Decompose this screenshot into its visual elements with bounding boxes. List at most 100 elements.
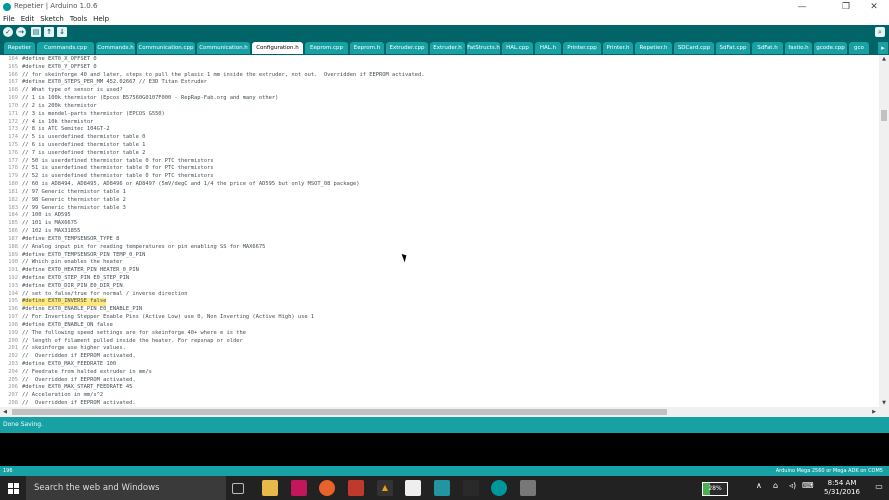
new-button[interactable]: ▤ bbox=[31, 27, 41, 37]
code-text[interactable]: #define EXT0_HEATER_PIN HEATER_0_PIN bbox=[22, 267, 139, 275]
selected-code-text[interactable]: #define EXT0_INVERSE false bbox=[22, 298, 107, 307]
tab-communication-h[interactable]: Communication.h bbox=[197, 42, 250, 54]
open-button[interactable]: ↑ bbox=[44, 27, 54, 37]
calculator-icon[interactable] bbox=[520, 480, 536, 496]
tab-repetier-h[interactable]: Repetier.h bbox=[635, 42, 672, 54]
scroll-left-arrow-icon[interactable]: ◀ bbox=[0, 407, 10, 417]
code-text[interactable]: // 51 is userdefined thermistor table 0 … bbox=[22, 165, 213, 173]
verify-button[interactable]: ✓ bbox=[3, 27, 13, 37]
tab-eeprom-cpp[interactable]: Eeprom.cpp bbox=[305, 42, 348, 54]
vertical-scroll-thumb[interactable] bbox=[881, 110, 887, 121]
code-text[interactable]: // Overridden if EEPROM activated. bbox=[22, 377, 136, 385]
keyboard-icon[interactable]: ⌨ bbox=[802, 481, 814, 490]
code-text[interactable]: // 50 is userdefined thermistor table 0 … bbox=[22, 158, 213, 166]
code-text[interactable]: // 3 is mendel-parts thermistor (EPCOS G… bbox=[22, 111, 165, 119]
battery-icon[interactable]: 28% bbox=[702, 482, 728, 496]
tab-extruder-h[interactable]: Extruder.h bbox=[430, 42, 465, 54]
code-text[interactable]: #define EXT0_STEPS_PER_MM 452.02667 // E… bbox=[22, 79, 207, 87]
code-text[interactable]: // Feedrate from halted extruder in mm/s bbox=[22, 369, 152, 377]
arduino-taskbar-icon[interactable] bbox=[491, 480, 507, 496]
app-icon-media[interactable] bbox=[463, 480, 479, 496]
app-icon-mc[interactable] bbox=[434, 480, 450, 496]
tab-repetier[interactable]: Repetier bbox=[4, 42, 35, 54]
tab-communication-cpp[interactable]: Communication.cpp bbox=[137, 42, 195, 54]
scroll-up-arrow-icon[interactable]: ▲ bbox=[879, 55, 889, 63]
code-text[interactable]: // Acceleration in mm/s^2 bbox=[22, 392, 103, 400]
tab-sdcard-cpp[interactable]: SDCard.cpp bbox=[674, 42, 714, 54]
code-editor[interactable]: 164 #define EXT0_X_OFFSET 0 165 #define EXT… bbox=[0, 55, 879, 407]
restore-button[interactable]: ❐ bbox=[836, 1, 856, 13]
code-text[interactable]: // 5 is userdefined thermistor table 0 bbox=[22, 134, 145, 142]
vlc-icon[interactable]: ▲ bbox=[377, 480, 393, 496]
code-text[interactable]: #define EXT0_ENABLE_PIN E0_ENABLE_PIN bbox=[22, 306, 142, 314]
code-text[interactable]: // For Inverting Stepper Enable Pins (Ac… bbox=[22, 314, 314, 322]
code-text[interactable]: #define EXT0_Y_OFFSET 0 bbox=[22, 64, 97, 72]
menu-edit[interactable]: Edit bbox=[21, 14, 35, 25]
scroll-down-arrow-icon[interactable]: ▼ bbox=[879, 399, 889, 407]
code-text[interactable]: // The following speed settings are for … bbox=[22, 330, 246, 338]
code-text[interactable]: #define EXT0_TEMPSENSOR_PIN TEMP_0_PIN bbox=[22, 252, 145, 260]
code-text[interactable]: // Overridden if EEPROM activated. bbox=[22, 353, 136, 361]
code-text[interactable]: // 1 is 100k thermistor (Epcos B57560G01… bbox=[22, 95, 278, 103]
photos-app-icon[interactable] bbox=[291, 480, 307, 496]
menu-file[interactable]: File bbox=[3, 14, 15, 25]
tab-configuration-h[interactable]: Configuration.h bbox=[252, 42, 303, 54]
tab-commands-h[interactable]: Commands.h bbox=[96, 42, 135, 54]
code-text[interactable]: // What type of sensor is used? bbox=[22, 87, 123, 95]
taskbar-search[interactable]: Search the web and Windows bbox=[26, 476, 226, 500]
tab-gco[interactable]: gco bbox=[849, 42, 869, 54]
console-output[interactable] bbox=[0, 433, 889, 466]
menu-help[interactable]: Help bbox=[93, 14, 109, 25]
code-text[interactable]: // 6 is userdefined thermistor table 1 bbox=[22, 142, 145, 150]
tab-commands-cpp[interactable]: Commands.cpp bbox=[37, 42, 94, 54]
volume-icon[interactable]: ◃) bbox=[789, 481, 796, 490]
code-text[interactable]: // 7 is userdefined thermistor table 2 bbox=[22, 150, 145, 158]
tab-sdfat-h[interactable]: SdFat.h bbox=[752, 42, 783, 54]
code-text[interactable]: // 99 Generic thermistor table 3 bbox=[22, 205, 126, 213]
tab-gcode-cpp[interactable]: gcode.cpp bbox=[814, 42, 847, 54]
code-text[interactable]: #define EXT0_STEP_PIN E0_STEP_PIN bbox=[22, 275, 129, 283]
code-text[interactable]: // 52 is userdefined thermistor table 0 … bbox=[22, 173, 213, 181]
tab-fatstructs-h[interactable]: FatStructs.h bbox=[467, 42, 500, 54]
code-text[interactable]: // Which pin enables the heater bbox=[22, 259, 123, 267]
system-clock[interactable]: 8:54 AM 5/31/2016 bbox=[815, 479, 869, 497]
code-text[interactable]: // Analog input pin for reading temperat… bbox=[22, 244, 265, 252]
scroll-right-arrow-icon[interactable]: ▶ bbox=[869, 407, 879, 417]
tab-printer-h[interactable]: Printer.h bbox=[603, 42, 633, 54]
code-text[interactable]: #define EXT0_DIR_PIN E0_DIR_PIN bbox=[22, 283, 123, 291]
task-view-icon[interactable] bbox=[232, 483, 244, 494]
start-button[interactable] bbox=[0, 476, 26, 500]
menu-sketch[interactable]: Sketch bbox=[40, 14, 64, 25]
code-text[interactable]: // 98 Generic thermistor table 2 bbox=[22, 197, 126, 205]
minimize-button[interactable]: — bbox=[792, 1, 812, 13]
firefox-icon[interactable] bbox=[319, 480, 335, 496]
code-text[interactable]: #define EXT0_TEMPSENSOR_TYPE 8 bbox=[22, 236, 119, 244]
code-text[interactable]: // 101 is MAX6675 bbox=[22, 220, 77, 228]
code-text[interactable]: // length of filament pulled inside the … bbox=[22, 338, 243, 346]
app-icon-red[interactable] bbox=[348, 480, 364, 496]
tab-extruder-cpp[interactable]: Extruder.cpp bbox=[386, 42, 428, 54]
save-button[interactable]: ↓ bbox=[57, 27, 67, 37]
code-text[interactable]: // for skeinforge 40 and later, steps to… bbox=[22, 72, 424, 80]
tab-hal-h[interactable]: HAL.h bbox=[535, 42, 561, 54]
code-text[interactable]: #define EXT0_ENABLE_ON false bbox=[22, 322, 113, 330]
code-text[interactable]: // 100 is AD595 bbox=[22, 212, 71, 220]
code-text[interactable]: // 102 is MAX31855 bbox=[22, 228, 80, 236]
tab-printer-cpp[interactable]: Printer.cpp bbox=[563, 42, 601, 54]
menu-tools[interactable]: Tools bbox=[70, 14, 87, 25]
code-text[interactable]: // skeinforge use higher values. bbox=[22, 345, 126, 353]
code-text[interactable]: #define EXT0_MAX_FEEDRATE 100 bbox=[22, 361, 116, 369]
tab-eeprom-h[interactable]: Eeprom.h bbox=[350, 42, 384, 54]
notifications-icon[interactable]: ▭ bbox=[872, 482, 886, 494]
code-text[interactable]: #define EXT0_MAX_START_FEEDRATE 45 bbox=[22, 384, 132, 392]
tray-chevron-icon[interactable]: ∧ bbox=[756, 481, 762, 490]
close-button[interactable]: ✕ bbox=[864, 1, 884, 13]
vertical-scrollbar[interactable]: ▲ ▼ bbox=[879, 55, 889, 407]
horizontal-scroll-thumb[interactable] bbox=[12, 409, 667, 415]
tab-hal-cpp[interactable]: HAL.cpp bbox=[502, 42, 533, 54]
code-text[interactable]: // set to false/true for normal / invers… bbox=[22, 291, 188, 299]
tab-menu-button[interactable]: ▸ bbox=[878, 42, 888, 54]
tab-fastio-h[interactable]: fastio.h bbox=[785, 42, 812, 54]
file-explorer-icon[interactable] bbox=[262, 480, 278, 496]
code-text[interactable]: // 60 is AD8494, AD8495, AD8496 or AD849… bbox=[22, 181, 360, 189]
